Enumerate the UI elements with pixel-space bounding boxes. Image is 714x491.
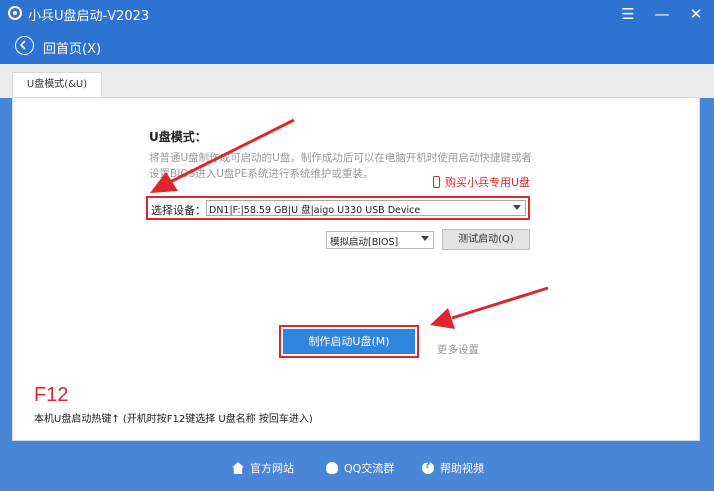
- back-home-link[interactable]: 回首页(X): [43, 38, 101, 57]
- hamburger-icon: ☰: [621, 5, 635, 23]
- close-button[interactable]: ✕: [680, 0, 712, 28]
- device-select-value: DN1|F:|58.59 GB|U 盘|aigo U330 USB Device: [209, 205, 421, 216]
- boot-mode-value: 模拟启动[BIOS]: [330, 237, 399, 248]
- help-video-link[interactable]: 帮助视频: [422, 460, 484, 476]
- help-video-label: 帮助视频: [440, 462, 484, 475]
- app-title: 小兵U盘启动-V2023: [28, 9, 150, 24]
- official-site-link[interactable]: 官方网站: [232, 460, 294, 476]
- title-bar: 小兵U盘启动-V2023 ☰ — ✕: [0, 0, 714, 28]
- make-boot-usb-button[interactable]: 制作启动U盘(M): [283, 329, 415, 354]
- minimize-button[interactable]: —: [646, 0, 678, 28]
- home-icon: [232, 462, 244, 474]
- make-button-highlight: 制作启动U盘(M): [279, 325, 419, 358]
- nav-bar: 回首页(X): [0, 28, 714, 64]
- tab-strip: U盘模式(&U): [0, 64, 714, 98]
- bottom-bar: 官方网站 QQ交流群 帮助视频: [0, 450, 714, 491]
- device-selector-row: 选择设备： DN1|F:|58.59 GB|U 盘|aigo U330 USB …: [146, 196, 530, 220]
- hotkey-hint: 本机U盘启动热键↑ (开机时按F12键选择 U盘名称 按回车进入): [34, 414, 313, 425]
- qq-icon: [326, 462, 338, 474]
- minimize-icon: —: [654, 5, 670, 23]
- qq-group-label: QQ交流群: [344, 462, 395, 475]
- chevron-down-icon: [421, 236, 429, 241]
- menu-button[interactable]: ☰: [612, 0, 644, 28]
- test-boot-button[interactable]: 测试启动(Q): [442, 229, 530, 250]
- content-panel: [12, 97, 700, 441]
- buy-usb-label: 购买小兵专用U盘: [445, 176, 531, 189]
- buy-usb-link[interactable]: 购买小兵专用U盘: [433, 174, 530, 190]
- close-icon: ✕: [689, 5, 703, 23]
- app-logo-icon: [8, 6, 22, 20]
- tab-usb-mode[interactable]: U盘模式(&U): [12, 72, 102, 98]
- section-title: U盘模式：: [149, 130, 207, 144]
- usb-drive-icon: [433, 176, 440, 188]
- official-site-label: 官方网站: [250, 462, 294, 475]
- help-icon: [422, 461, 434, 474]
- hotkey-key: F12: [34, 384, 69, 406]
- device-label: 选择设备：: [151, 204, 206, 217]
- more-settings-link[interactable]: 更多设置: [437, 342, 479, 357]
- chevron-down-icon: [513, 205, 521, 210]
- boot-mode-select[interactable]: 模拟启动[BIOS]: [326, 231, 434, 249]
- qq-group-link[interactable]: QQ交流群: [326, 460, 394, 476]
- back-arrow-icon[interactable]: [15, 36, 34, 55]
- device-select[interactable]: DN1|F:|58.59 GB|U 盘|aigo U330 USB Device: [206, 200, 526, 216]
